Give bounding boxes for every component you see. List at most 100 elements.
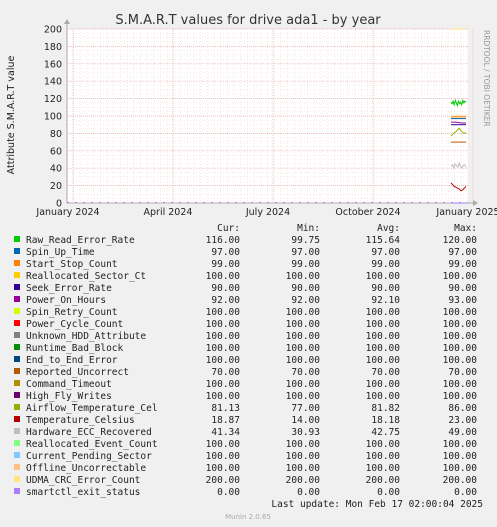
y-tick-label: 40 <box>50 164 62 175</box>
legend-avg: 100.00 <box>366 463 401 474</box>
legend-max: 93.00 <box>448 295 477 306</box>
legend-swatch <box>14 392 20 398</box>
legend-avg: 100.00 <box>366 307 401 318</box>
legend-cur: 100.00 <box>206 271 241 282</box>
legend-swatch <box>14 416 20 422</box>
legend-row: Current_Pending_Sector 100.00 100.00 100.00… <box>14 451 477 462</box>
legend-avg: 92.10 <box>371 295 400 306</box>
legend-name: Runtime_Bad_Block <box>26 343 124 354</box>
legend-cur: 41.34 <box>211 427 240 438</box>
col-header-cur: Cur: <box>217 223 240 234</box>
y-tick-label: 20 <box>50 181 62 192</box>
legend-cur: 116.00 <box>206 235 241 246</box>
legend-avg: 100.00 <box>366 439 401 450</box>
legend-name: Reallocated_Sector_Ct <box>26 271 146 282</box>
side-credit: RRDTOOL / TOBI OETIKER <box>482 30 491 127</box>
legend-name: Temperature_Celsius <box>26 415 135 426</box>
legend-avg: 100.00 <box>366 319 401 330</box>
legend-row: Reported_Uncorrect 70.00 70.00 70.00 70.00 <box>14 367 477 378</box>
legend-min: 70.00 <box>291 367 320 378</box>
legend-max: 86.00 <box>448 403 477 414</box>
legend-row: Raw_Read_Error_Rate 116.00 99.75 115.64 120.… <box>14 235 477 246</box>
legend-min: 0.00 <box>297 487 320 498</box>
legend-avg: 99.00 <box>371 259 400 270</box>
legend-avg: 70.00 <box>371 367 400 378</box>
legend-max: 99.00 <box>448 259 477 270</box>
legend-max: 100.00 <box>443 331 478 342</box>
legend-cur: 18.87 <box>211 415 240 426</box>
legend-min: 97.00 <box>291 247 320 258</box>
legend-swatch <box>14 260 20 266</box>
legend-max: 200.00 <box>443 475 478 486</box>
legend-avg: 90.00 <box>371 283 400 294</box>
legend-cur: 100.00 <box>206 451 241 462</box>
legend-min: 14.00 <box>291 415 320 426</box>
y-tick-label: 160 <box>44 59 62 70</box>
legend-min: 100.00 <box>286 379 321 390</box>
y-tick-label: 200 <box>44 25 62 36</box>
legend-row: Spin_Up_Time 97.00 97.00 97.00 97.00 <box>14 247 477 258</box>
legend-row: End_to_End_Error 100.00 100.00 100.00 100.00 <box>14 355 477 366</box>
legend-min: 100.00 <box>286 307 321 318</box>
legend-max: 100.00 <box>443 451 478 462</box>
legend-swatch <box>14 488 20 494</box>
legend-max: 90.00 <box>448 283 477 294</box>
legend-max: 100.00 <box>443 271 478 282</box>
legend-name: Airflow_Temperature_Cel <box>26 403 158 414</box>
legend-row: Runtime_Bad_Block 100.00 100.00 100.00 100.0… <box>14 343 477 354</box>
legend-cur: 99.00 <box>211 259 240 270</box>
legend-avg: 115.64 <box>366 235 401 246</box>
col-header-avg: Avg: <box>377 223 400 234</box>
legend-row: Spin_Retry_Count 100.00 100.00 100.00 100.00 <box>14 307 477 318</box>
legend-name: Offline_Uncorrectable <box>26 463 146 474</box>
legend-avg: 100.00 <box>366 271 401 282</box>
legend-cur: 97.00 <box>211 247 240 258</box>
legend-min: 200.00 <box>286 475 321 486</box>
legend-swatch <box>14 464 20 470</box>
legend-min: 30.93 <box>291 427 320 438</box>
legend-avg: 0.00 <box>377 487 400 498</box>
legend-name: Hardware_ECC_Recovered <box>26 427 152 438</box>
legend-swatch <box>14 320 20 326</box>
legend-name: End_to_End_Error <box>26 355 118 366</box>
legend-row: Start_Stop_Count 99.00 99.00 99.00 99.00 <box>14 259 477 270</box>
legend-min: 99.75 <box>291 235 320 246</box>
y-tick-label: 180 <box>44 42 62 53</box>
legend-swatch <box>14 440 20 446</box>
legend-max: 100.00 <box>443 319 478 330</box>
legend-name: Command_Timeout <box>26 379 112 390</box>
legend-cur: 92.00 <box>211 295 240 306</box>
legend-swatch <box>14 248 20 254</box>
legend-cur: 100.00 <box>206 343 241 354</box>
legend-swatch <box>14 428 20 434</box>
legend-row: Hardware_ECC_Recovered 41.34 30.93 42.75 49.… <box>14 427 477 438</box>
legend-name: Reallocated_Event_Count <box>26 439 158 450</box>
legend-min: 100.00 <box>286 391 321 402</box>
legend-cur: 100.00 <box>206 331 241 342</box>
legend-cur: 70.00 <box>211 367 240 378</box>
legend-swatch <box>14 296 20 302</box>
legend-row: High_Fly_Writes 100.00 100.00 100.00 100.00 <box>14 391 477 402</box>
legend-row: UDMA_CRC_Error_Count 200.00 200.00 200.00 20… <box>14 475 477 486</box>
legend-name: Start_Stop_Count <box>26 259 118 270</box>
x-tick-label: July 2024 <box>245 207 290 218</box>
col-header-max: Max: <box>454 223 477 234</box>
legend-swatch <box>14 356 20 362</box>
legend-max: 100.00 <box>443 343 478 354</box>
legend-avg: 100.00 <box>366 379 401 390</box>
legend-cur: 0.00 <box>217 487 240 498</box>
last-update: Last update: Mon Feb 17 02:00:04 2025 <box>271 499 483 510</box>
col-header-min: Min: <box>297 223 320 234</box>
legend-row: Seek_Error_Rate 90.00 90.00 90.00 90.00 <box>14 283 477 294</box>
legend-name: smartctl_exit_status <box>26 487 140 498</box>
plot-area <box>64 19 478 206</box>
legend-table: Raw_Read_Error_Rate 116.00 99.75 115.64 120.… <box>14 235 477 498</box>
legend-swatch <box>14 236 20 242</box>
legend-cur: 100.00 <box>206 379 241 390</box>
legend-max: 100.00 <box>443 439 478 450</box>
legend-row: Command_Timeout 100.00 100.00 100.00 100.00 <box>14 379 477 390</box>
legend-swatch <box>14 284 20 290</box>
y-tick-label: 100 <box>44 112 62 123</box>
legend-name: High_Fly_Writes <box>26 391 112 402</box>
x-axis-arrow <box>473 200 478 206</box>
